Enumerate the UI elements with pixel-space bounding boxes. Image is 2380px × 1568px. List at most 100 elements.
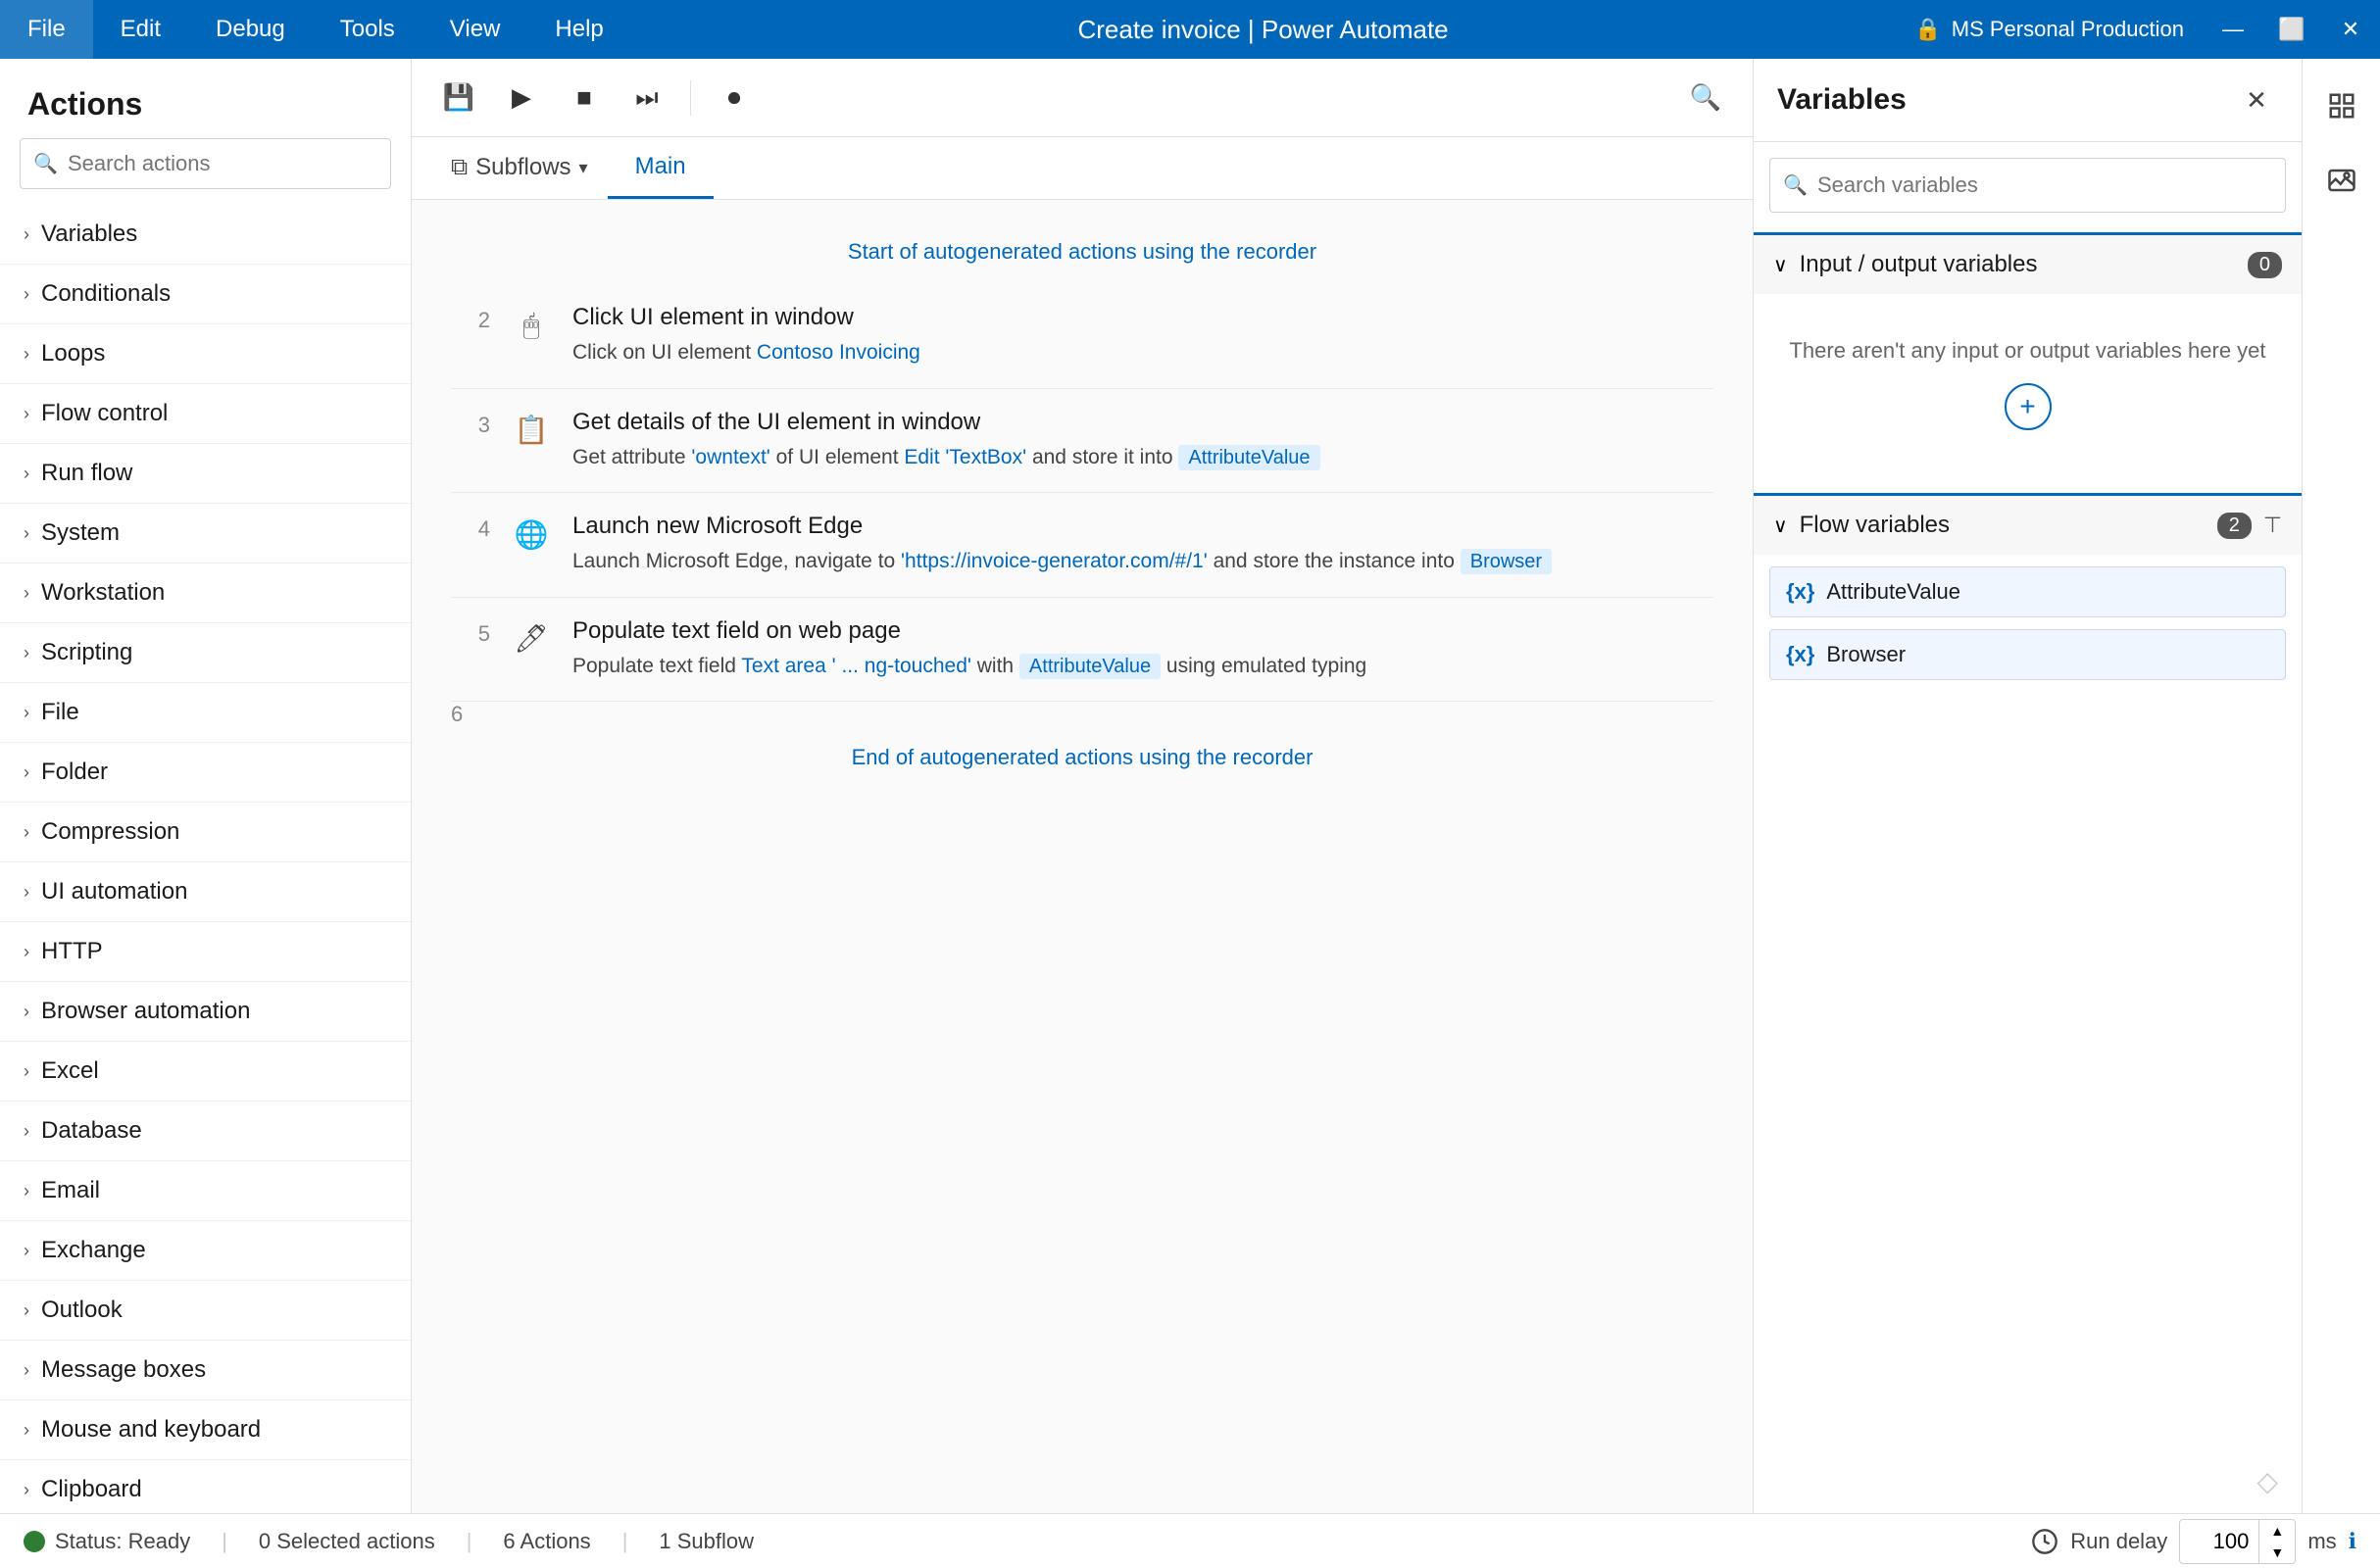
subflows-label: 1 Subflow (659, 1529, 754, 1554)
titlebar: File Edit Debug Tools View Help Create i… (0, 0, 2380, 59)
step-content: Get details of the UI element in window … (572, 409, 1713, 473)
menu-view[interactable]: View (422, 0, 528, 59)
sidebar-item-clipboard[interactable]: › Clipboard (0, 1460, 411, 1513)
sidebar-item-folder[interactable]: › Folder (0, 743, 411, 803)
variables-close-button[interactable]: ✕ (2235, 78, 2278, 122)
click-icon: 🖱 (510, 304, 553, 347)
flow-start-separator[interactable]: Start of autogenerated actions using the… (451, 220, 1713, 284)
flow-vars-count-badge: 2 (2217, 513, 2252, 539)
stop-button[interactable]: ■ (557, 71, 612, 125)
owntext-link[interactable]: 'owntext' (691, 446, 769, 468)
sidebar-item-mouse-keyboard[interactable]: › Mouse and keyboard (0, 1400, 411, 1460)
flow-search-button[interactable]: 🔍 (1678, 71, 1733, 125)
run-delay-input[interactable] (2180, 1523, 2258, 1560)
tab-subflows[interactable]: ⧉ Subflows ▾ (431, 138, 608, 199)
close-button[interactable]: ✕ (2321, 0, 2380, 59)
titlebar-menu: File Edit Debug Tools View Help (0, 0, 631, 59)
search-input[interactable] (20, 138, 391, 189)
attributevalue-tag: AttributeValue (1178, 445, 1319, 470)
sidebar-item-message-boxes[interactable]: › Message boxes (0, 1341, 411, 1400)
sidebar-item-ui-automation[interactable]: › UI automation (0, 862, 411, 922)
filter-icon[interactable]: ⊤ (2263, 513, 2282, 538)
step-number: 5 (451, 617, 490, 647)
step-number: 4 (451, 513, 490, 542)
chevron-right-icon: › (24, 942, 29, 962)
separator: | (467, 1529, 472, 1554)
url-link[interactable]: 'https://invoice-generator.com/#/1' (901, 550, 1208, 572)
sidebar-item-excel[interactable]: › Excel (0, 1042, 411, 1102)
add-variable-button[interactable]: + (2005, 383, 2052, 430)
menu-file[interactable]: File (0, 0, 93, 59)
step-desc: Launch Microsoft Edge, navigate to 'http… (572, 546, 1713, 577)
chevron-right-icon: › (24, 882, 29, 903)
sidebar-item-database[interactable]: › Database (0, 1102, 411, 1161)
step-title: Click UI element in window (572, 304, 1713, 331)
tabs-bar: ⧉ Subflows ▾ Main (412, 137, 1753, 200)
sidebar-item-http[interactable]: › HTTP (0, 922, 411, 982)
sidebar-item-conditionals[interactable]: › Conditionals (0, 265, 411, 324)
variables-search-input[interactable] (1769, 158, 2286, 213)
menu-tools[interactable]: Tools (313, 0, 422, 59)
increment-button[interactable]: ▲ (2259, 1520, 2295, 1542)
menu-edit[interactable]: Edit (93, 0, 188, 59)
attributevalue2-tag: AttributeValue (1019, 654, 1161, 679)
sidebar-item-workstation[interactable]: › Workstation (0, 564, 411, 623)
image-button[interactable] (2314, 153, 2369, 208)
minimize-button[interactable]: — (2204, 0, 2262, 59)
io-count-badge: 0 (2248, 252, 2282, 278)
list-item[interactable]: {x} Browser (1769, 629, 2286, 680)
flow-step-5: 5 🖊 Populate text field on web page Popu… (451, 598, 1713, 703)
textbox-link[interactable]: Edit 'TextBox' (904, 446, 1026, 468)
step-title: Get details of the UI element in window (572, 409, 1713, 436)
status-label: Status: Ready (55, 1529, 190, 1554)
var-search-icon: 🔍 (1783, 173, 1808, 198)
spinners: ▲ ▼ (2258, 1520, 2295, 1563)
step-content: Populate text field on web page Populate… (572, 617, 1713, 682)
menu-help[interactable]: Help (527, 0, 630, 59)
sidebar-item-system[interactable]: › System (0, 504, 411, 564)
contoso-link[interactable]: Contoso Invoicing (757, 341, 920, 364)
sidebar-item-email[interactable]: › Email (0, 1161, 411, 1221)
right-iconbar (2302, 59, 2380, 1513)
next-step-button[interactable]: ⏭ (620, 71, 674, 125)
sidebar-item-browser-automation[interactable]: › Browser automation (0, 982, 411, 1042)
sidebar-item-scripting[interactable]: › Scripting (0, 623, 411, 683)
chevron-right-icon: › (24, 643, 29, 663)
chevron-right-icon: › (24, 1360, 29, 1381)
sidebar-item-run-flow[interactable]: › Run flow (0, 444, 411, 504)
tab-subflows-label: Subflows (475, 154, 570, 181)
sidebar-item-exchange[interactable]: › Exchange (0, 1221, 411, 1281)
variable-name: AttributeValue (1826, 579, 1960, 605)
layers-button[interactable] (2314, 78, 2369, 133)
step-desc: Click on UI element Contoso Invoicing (572, 337, 1713, 368)
chevron-down-icon: ▾ (579, 158, 588, 178)
textarea-link[interactable]: Text area ' ... ng-touched' (741, 655, 971, 677)
info-icon[interactable]: ℹ (2349, 1529, 2356, 1554)
flow-variables-header[interactable]: ∨ Flow variables 2 ⊤ (1754, 496, 2302, 555)
decrement-button[interactable]: ▼ (2259, 1542, 2295, 1563)
list-item[interactable]: {x} AttributeValue (1769, 566, 2286, 617)
restore-button[interactable]: ⬜ (2262, 0, 2321, 59)
flow-step-3: 3 📋 Get details of the UI element in win… (451, 389, 1713, 494)
sidebar-item-variables[interactable]: › Variables (0, 205, 411, 265)
run-button[interactable]: ▶ (494, 71, 549, 125)
input-output-header[interactable]: ∨ Input / output variables 0 (1754, 235, 2302, 294)
step-title: Populate text field on web page (572, 617, 1713, 645)
sidebar-item-compression[interactable]: › Compression (0, 803, 411, 862)
status-dot (24, 1531, 45, 1552)
sidebar-item-outlook[interactable]: › Outlook (0, 1281, 411, 1341)
save-button[interactable]: 💾 (431, 71, 486, 125)
flow-end-separator[interactable]: End of autogenerated actions using the r… (451, 725, 1713, 790)
tab-main[interactable]: Main (608, 137, 714, 199)
clock-icon (2031, 1528, 2058, 1555)
chevron-right-icon: › (24, 1420, 29, 1441)
chevron-right-icon: › (24, 1241, 29, 1261)
sidebar-item-file[interactable]: › File (0, 683, 411, 743)
record-button[interactable]: ⏺ (707, 71, 762, 125)
sidebar-item-flow-control[interactable]: › Flow control (0, 384, 411, 444)
io-empty-text: There aren't any input or output variabl… (1754, 294, 2302, 469)
menu-debug[interactable]: Debug (188, 0, 313, 59)
flow-step-4: 4 🌐 Launch new Microsoft Edge Launch Mic… (451, 493, 1713, 598)
search-box: 🔍 (20, 138, 391, 189)
sidebar-item-loops[interactable]: › Loops (0, 324, 411, 384)
